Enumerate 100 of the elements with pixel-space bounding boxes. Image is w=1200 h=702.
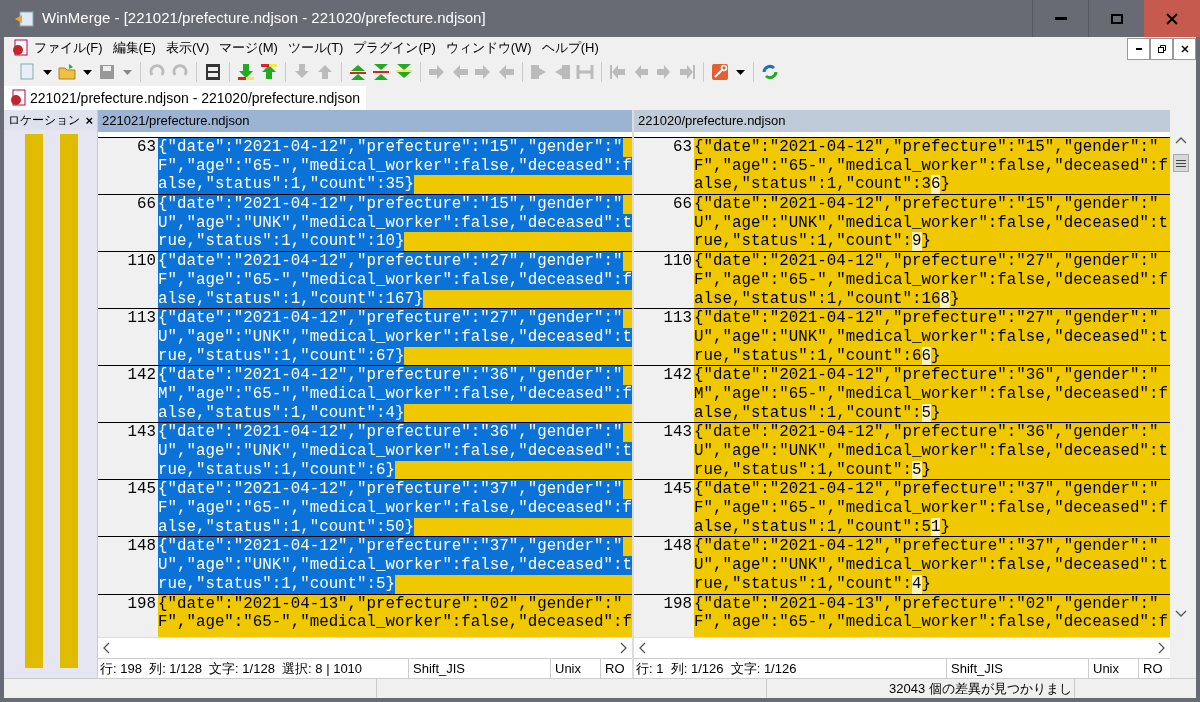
film-icon[interactable] xyxy=(204,62,222,81)
scroll-left-icon xyxy=(638,642,646,654)
line-number: 148 xyxy=(663,537,692,557)
line-number: 66 xyxy=(673,195,692,214)
code-text: } xyxy=(921,460,931,480)
scroll-right-icon xyxy=(1158,642,1166,654)
code-text: U","age":"UNK","medical_worker":false,"deceased":t xyxy=(694,556,1168,575)
close-icon xyxy=(1180,45,1189,53)
right-arrow-icon[interactable] xyxy=(530,62,548,81)
child-restore-button[interactable] xyxy=(1150,38,1173,60)
changed-text: 6 xyxy=(921,346,931,366)
code-text: alse,"status":1,"count":5 xyxy=(694,517,931,537)
code-text: U","age":"UNK","medical_worker":false,"deceased":t xyxy=(694,213,1168,233)
minimize-icon xyxy=(1054,17,1067,20)
folder-icon[interactable] xyxy=(58,62,76,81)
line-number: 143 xyxy=(127,423,156,442)
scroll-thumb[interactable] xyxy=(1173,154,1189,172)
menu-item[interactable]: ヘルプ(H) xyxy=(541,38,599,58)
code-text: } xyxy=(940,175,950,195)
close-button[interactable] xyxy=(1144,0,1200,37)
last-page-icon[interactable] xyxy=(678,62,696,81)
document-tab[interactable]: 221021/prefecture.ndjson - 221020/prefecture.ndjson xyxy=(4,86,366,110)
line-number: 142 xyxy=(127,366,156,385)
line-number: 198 xyxy=(663,594,692,614)
code-text: {"date":"2021-04-12","prefecture":"27","gender":" xyxy=(694,252,1159,271)
location-bar[interactable] xyxy=(60,134,78,668)
code-text: F","age":"65-","medical_worker":false,"deceased":f xyxy=(694,156,1168,176)
changed-text: 8 xyxy=(940,289,950,309)
menu-item[interactable]: マージ(M) xyxy=(219,38,278,58)
menu-item[interactable]: ファイル(F) xyxy=(34,38,103,58)
code-text: M","age":"65-","medical_worker":false,"deceased":f xyxy=(694,384,1168,404)
line-number: 113 xyxy=(127,309,156,328)
menu-item[interactable]: プラグイン(P) xyxy=(353,38,436,58)
code-text: alse,"status":1,"count":35} xyxy=(158,175,414,195)
line-number: 143 xyxy=(663,423,692,442)
child-minimize-button[interactable] xyxy=(1127,38,1150,60)
child-close-button[interactable] xyxy=(1173,38,1196,60)
merge-icon[interactable] xyxy=(576,62,594,81)
status-message: 32043 個の差異が見つかりまし xyxy=(766,679,1074,698)
code-text: {"date":"2021-04-12","prefecture":"27","gender":" xyxy=(694,309,1159,328)
first-page-icon[interactable] xyxy=(609,62,627,81)
code-text: {"date":"2021-04-12","prefecture":"36","gender":" xyxy=(158,423,623,442)
code-text: {"date":"2021-04-12","prefecture":"37","gender":" xyxy=(694,537,1159,557)
code-text: {"date":"2021-04-13","prefecture":"02","gender":" xyxy=(694,594,1159,614)
horizontal-scrollbar[interactable] xyxy=(98,637,632,658)
line-number: 66 xyxy=(137,195,156,214)
code-text: F","age":"65-","medical_worker":false,"deceased":f xyxy=(158,499,632,518)
menu-item[interactable]: ウィンドウ(W) xyxy=(445,38,532,58)
code-text: {"date":"2021-04-12","prefecture":"27","gender":" xyxy=(158,252,623,271)
close-icon xyxy=(1166,12,1178,25)
menu-item[interactable]: 編集(E) xyxy=(112,38,156,58)
changed-text: 1 xyxy=(931,517,941,537)
left-arrow-icon[interactable] xyxy=(553,62,571,81)
changed-text: 4 xyxy=(912,574,922,594)
wrench-icon[interactable] xyxy=(711,62,729,81)
restore-icon xyxy=(1157,45,1166,53)
pane-title: ロケーション xyxy=(8,112,80,129)
code-text: rue,"status":1,"count": xyxy=(694,232,913,252)
code-text: {"date":"2021-04-12","prefecture":"15","gender":" xyxy=(158,195,623,214)
line-number: 145 xyxy=(127,480,156,500)
code-text: } xyxy=(921,574,931,594)
code-text: U","age":"UNK","medical_worker":false,"deceased":t xyxy=(694,442,1168,461)
maximize-icon xyxy=(1110,13,1123,24)
current-diff-icon[interactable] xyxy=(372,62,390,81)
code-text: F","age":"65-","medical_worker":false,"deceased":f xyxy=(694,613,1168,632)
code-text: F","age":"65-","medical_worker":false,"deceased":f xyxy=(694,499,1168,518)
menu-item[interactable]: 表示(V) xyxy=(165,38,210,58)
down-arrow-icon[interactable] xyxy=(237,62,255,81)
code-text: } xyxy=(931,403,941,423)
up-arrow-icon[interactable] xyxy=(260,62,278,81)
pane-header: 221021/prefecture.ndjson xyxy=(98,110,632,132)
code-text: rue,"status":1,"count": xyxy=(694,460,913,480)
right-arrow-icon[interactable] xyxy=(474,62,492,81)
location-bar[interactable] xyxy=(25,134,43,668)
code-text: alse,"status":1,"count":16 xyxy=(694,289,941,309)
line-number: 148 xyxy=(127,537,156,557)
scroll-right-icon xyxy=(620,642,628,654)
new-document-icon[interactable] xyxy=(18,62,36,81)
line-number: 63 xyxy=(137,138,156,157)
code-text: {"date":"2021-04-12","prefecture":"27","gender":" xyxy=(158,309,623,328)
code-text: U","age":"UNK","medical_worker":false,"deceased":t xyxy=(158,442,632,461)
code-text: {"date":"2021-04-12","prefecture":"36","gender":" xyxy=(694,423,1159,442)
first-diff-icon[interactable] xyxy=(349,62,367,81)
horizontal-scrollbar[interactable] xyxy=(634,637,1170,658)
code-text: {"date":"2021-04-12","prefecture":"15","gender":" xyxy=(694,138,1159,157)
status-position: 行: 198 列: 1/128 文字: 1/128 選択: 8 | 1010 xyxy=(99,659,364,678)
changed-text: 5 xyxy=(912,460,922,480)
changed-text: 5 xyxy=(921,403,931,423)
code-text: } xyxy=(931,346,941,366)
document-icon xyxy=(10,89,26,107)
code-text: U","age":"UNK","medical_worker":false,"deceased":t xyxy=(158,556,632,575)
scroll-left-icon xyxy=(102,642,110,654)
code-text: {"date":"2021-04-12","prefecture":"37","gender":" xyxy=(158,537,623,557)
last-diff-icon[interactable] xyxy=(395,62,413,81)
right-arrow-icon[interactable] xyxy=(428,62,446,81)
refresh-icon[interactable] xyxy=(761,62,779,81)
app-icon xyxy=(14,9,34,28)
save-icon[interactable] xyxy=(98,62,116,81)
close-button[interactable]: × xyxy=(85,113,93,127)
menu-item[interactable]: ツール(T) xyxy=(287,38,344,58)
